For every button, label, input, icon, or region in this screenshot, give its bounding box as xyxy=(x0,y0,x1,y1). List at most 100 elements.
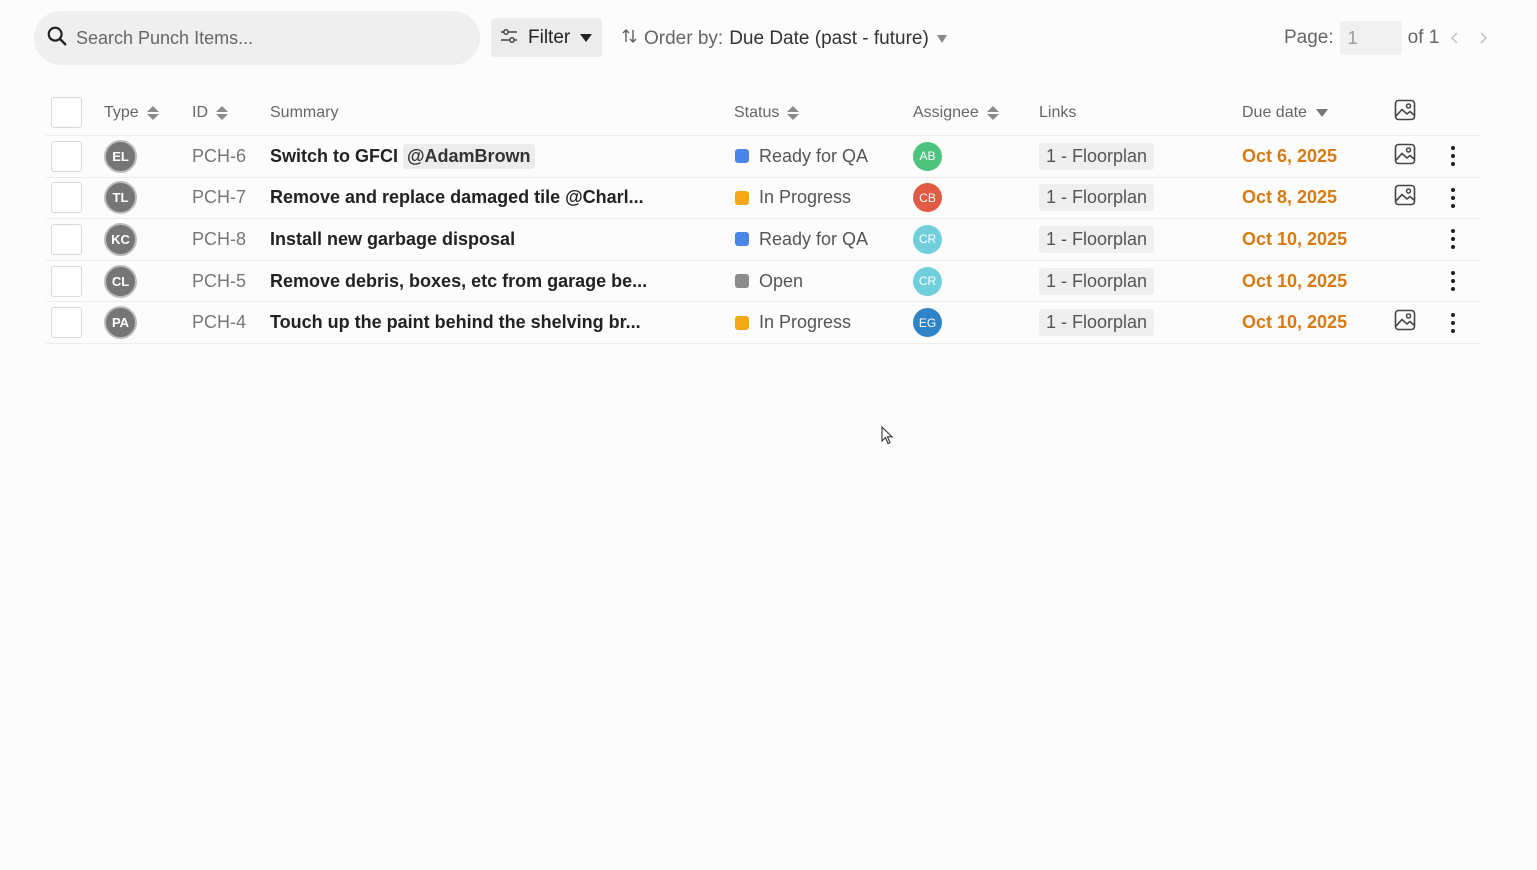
search-input[interactable] xyxy=(76,27,456,49)
item-id[interactable]: PCH-7 xyxy=(192,187,246,208)
column-type[interactable]: Type xyxy=(104,90,159,135)
more-options-icon[interactable] xyxy=(1450,227,1456,251)
column-id[interactable]: ID xyxy=(192,90,228,135)
due-date: Oct 10, 2025 xyxy=(1242,312,1348,333)
column-due-label: Due date xyxy=(1242,103,1307,121)
page-label: Page: xyxy=(1284,27,1334,48)
item-id[interactable]: PCH-5 xyxy=(192,271,246,292)
image-icon[interactable] xyxy=(1394,143,1416,170)
filter-label: Filter xyxy=(528,26,571,48)
item-summary: Touch up the paint behind the shelving b… xyxy=(270,312,641,333)
filter-button[interactable]: Filter xyxy=(491,18,602,57)
item-summary: Switch to GFCI xyxy=(270,145,398,166)
summary-cell[interactable]: Remove and replace damaged tile @Charl..… xyxy=(270,178,644,219)
assignee-avatar[interactable]: AB xyxy=(913,141,942,171)
sort-arrows-icon xyxy=(622,27,638,51)
more-options-icon[interactable] xyxy=(1450,311,1456,335)
item-id[interactable]: PCH-8 xyxy=(192,229,246,250)
status-indicator xyxy=(735,232,749,247)
column-images[interactable] xyxy=(1394,90,1416,135)
item-id[interactable]: PCH-4 xyxy=(192,312,246,333)
table-header: Type ID Summary Status Assignee Links Du… xyxy=(46,90,1480,136)
column-summary: Summary xyxy=(270,90,338,135)
summary-cell[interactable]: Touch up the paint behind the shelving b… xyxy=(270,302,641,343)
type-badge: TL xyxy=(104,181,137,215)
chevron-down-icon xyxy=(936,35,947,43)
status-label[interactable]: Ready for QA xyxy=(759,229,868,250)
sort-icon xyxy=(787,105,800,120)
search-icon xyxy=(46,25,68,52)
page-total: of 1 xyxy=(1407,27,1440,48)
order-by-label: Order by: xyxy=(644,28,724,49)
status-label[interactable]: In Progress xyxy=(759,187,851,208)
chevron-down-icon xyxy=(580,33,593,42)
link-chip[interactable]: 1 - Floorplan xyxy=(1039,184,1155,212)
status-label[interactable]: Open xyxy=(759,271,803,292)
link-chip[interactable]: 1 - Floorplan xyxy=(1039,309,1155,337)
item-id[interactable]: PCH-6 xyxy=(192,146,246,167)
pagination: Page: of 1 xyxy=(1284,21,1495,55)
table-row[interactable]: TL PCH-7 Remove and replace damaged tile @… xyxy=(46,178,1480,220)
row-checkbox[interactable] xyxy=(51,307,82,339)
link-chip[interactable]: 1 - Floorplan xyxy=(1039,267,1155,295)
status-indicator xyxy=(735,149,749,164)
item-summary: Remove debris, boxes, etc from garage be… xyxy=(270,270,648,291)
assignee-avatar[interactable]: CR xyxy=(913,224,942,254)
row-checkbox[interactable] xyxy=(51,223,82,255)
column-links: Links xyxy=(1039,90,1076,135)
status-indicator xyxy=(735,315,749,330)
table-row[interactable]: KC PCH-8 Install new garbage disposal Ready… xyxy=(46,219,1480,261)
assignee-avatar[interactable]: CR xyxy=(913,266,942,296)
column-links-label: Links xyxy=(1039,103,1077,121)
image-icon xyxy=(1394,99,1416,126)
page-input[interactable] xyxy=(1339,21,1402,55)
more-options-icon[interactable] xyxy=(1450,269,1456,293)
mention-tag[interactable]: @AdamBrown xyxy=(403,143,535,169)
column-status-label: Status xyxy=(734,103,780,121)
assignee-avatar[interactable]: CB xyxy=(913,183,942,213)
status-label[interactable]: In Progress xyxy=(759,312,851,333)
due-date: Oct 8, 2025 xyxy=(1242,187,1338,208)
status-indicator xyxy=(735,190,749,205)
more-options-icon[interactable] xyxy=(1450,186,1456,210)
image-icon[interactable] xyxy=(1394,184,1416,211)
type-badge: EL xyxy=(104,139,137,173)
table-row[interactable]: PA PCH-4 Touch up the paint behind the she… xyxy=(46,302,1480,344)
link-chip[interactable]: 1 - Floorplan xyxy=(1039,142,1155,170)
row-checkbox[interactable] xyxy=(51,265,82,297)
column-due-date[interactable]: Due date xyxy=(1242,90,1328,135)
summary-cell[interactable]: Remove debris, boxes, etc from garage be… xyxy=(270,261,647,302)
column-id-label: ID xyxy=(192,103,208,121)
table-row[interactable]: EL PCH-6 Switch to GFCI @AdamBrown Ready for… xyxy=(46,136,1480,178)
table-row[interactable]: CL PCH-5 Remove debris, boxes, etc from ga… xyxy=(46,261,1480,303)
row-checkbox[interactable] xyxy=(51,140,82,172)
image-icon[interactable] xyxy=(1394,309,1416,336)
item-summary: Remove and replace damaged tile @Charl..… xyxy=(270,187,644,208)
column-assignee[interactable]: Assignee xyxy=(913,90,999,135)
column-summary-label: Summary xyxy=(270,103,339,121)
prev-page-icon[interactable] xyxy=(1443,26,1467,50)
due-date: Oct 6, 2025 xyxy=(1242,145,1338,166)
summary-cell[interactable]: Install new garbage disposal xyxy=(270,219,515,260)
next-page-icon[interactable] xyxy=(1471,26,1495,50)
column-assignee-label: Assignee xyxy=(913,103,979,121)
sort-icon xyxy=(986,105,999,120)
row-checkbox[interactable] xyxy=(51,182,82,214)
item-summary: Install new garbage disposal xyxy=(270,228,516,249)
order-by-value: Due Date (past - future) xyxy=(729,28,929,49)
mouse-cursor xyxy=(881,425,895,451)
column-type-label: Type xyxy=(104,103,139,121)
order-by-selector[interactable]: Order by: Due Date (past - future) xyxy=(622,26,947,52)
status-label[interactable]: Ready for QA xyxy=(759,146,868,167)
type-badge: KC xyxy=(104,222,137,256)
column-status[interactable]: Status xyxy=(734,90,800,135)
select-all-checkbox[interactable] xyxy=(51,97,82,128)
assignee-avatar[interactable]: EG xyxy=(913,308,942,338)
sort-desc-icon xyxy=(1315,108,1328,117)
summary-cell[interactable]: Switch to GFCI @AdamBrown xyxy=(270,136,535,177)
type-badge: PA xyxy=(104,306,137,340)
search-bar[interactable] xyxy=(34,11,480,65)
due-date: Oct 10, 2025 xyxy=(1242,228,1348,249)
link-chip[interactable]: 1 - Floorplan xyxy=(1039,225,1155,253)
more-options-icon[interactable] xyxy=(1450,144,1456,168)
